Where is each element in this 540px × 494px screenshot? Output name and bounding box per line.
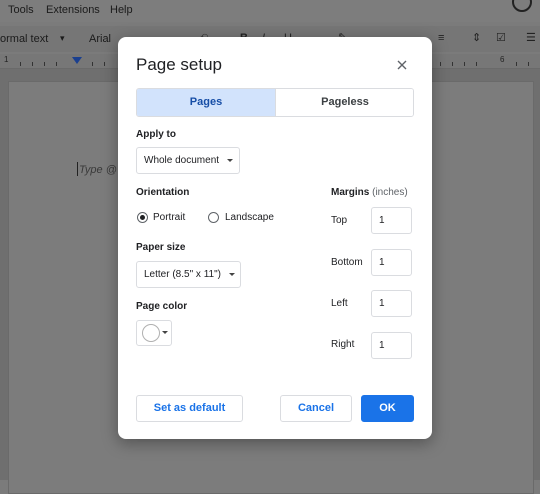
landscape-label: Landscape bbox=[225, 212, 274, 223]
align-icon[interactable]: ≡ bbox=[438, 32, 450, 44]
margin-right-input[interactable]: 1 bbox=[371, 332, 412, 359]
document-placeholder: Type @ bbox=[79, 164, 117, 176]
page-color-label: Page color bbox=[136, 301, 188, 312]
portrait-radio[interactable] bbox=[137, 212, 148, 223]
cancel-button[interactable]: Cancel bbox=[280, 395, 352, 422]
margin-bottom-value: 1 bbox=[379, 257, 385, 268]
ok-button[interactable]: OK bbox=[361, 395, 414, 422]
checklist-icon[interactable]: ☑ bbox=[496, 32, 508, 44]
apply-to-label: Apply to bbox=[136, 129, 176, 140]
paper-size-value: Letter (8.5" x 11") bbox=[144, 269, 221, 280]
ruler-label: 6 bbox=[500, 55, 505, 64]
tab-pages[interactable]: Pages bbox=[137, 89, 276, 116]
margin-right-label: Right bbox=[331, 339, 355, 350]
margins-title: Margins bbox=[331, 187, 370, 198]
margin-top-input[interactable]: 1 bbox=[371, 207, 412, 234]
paper-size-select[interactable]: Letter (8.5" x 11") bbox=[136, 261, 241, 288]
chevron-down-icon bbox=[227, 159, 233, 162]
menu-bar: Tools Extensions Help bbox=[0, 0, 540, 22]
menu-tools[interactable]: Tools bbox=[8, 4, 34, 16]
dialog-title: Page setup bbox=[136, 55, 223, 74]
margins-label: Margins (inches) bbox=[331, 187, 408, 198]
menu-extensions[interactable]: Extensions bbox=[46, 4, 100, 16]
layout-tabs: Pages Pageless bbox=[136, 88, 414, 117]
line-spacing-icon[interactable]: ⇕ bbox=[472, 32, 484, 44]
bullet-list-icon[interactable]: ☰ bbox=[526, 32, 538, 44]
menu-help[interactable]: Help bbox=[110, 4, 133, 16]
margin-bottom-label: Bottom bbox=[331, 257, 363, 268]
chevron-down-icon bbox=[162, 331, 168, 334]
page-color-picker[interactable] bbox=[136, 320, 172, 346]
text-cursor bbox=[77, 162, 78, 176]
chevron-down-icon bbox=[229, 273, 235, 276]
margin-top-label: Top bbox=[331, 215, 348, 226]
orientation-label: Orientation bbox=[136, 187, 190, 198]
indent-marker[interactable] bbox=[72, 57, 82, 64]
landscape-radio[interactable] bbox=[208, 212, 219, 223]
margin-left-value: 1 bbox=[379, 298, 385, 309]
page-setup-dialog: Page setup Pages Pageless Apply to Whole… bbox=[118, 37, 432, 439]
paper-size-label: Paper size bbox=[136, 242, 186, 253]
chevron-down-icon: ▾ bbox=[60, 33, 65, 43]
margin-left-input[interactable]: 1 bbox=[371, 290, 412, 317]
set-as-default-button[interactable]: Set as default bbox=[136, 395, 243, 422]
margins-unit: (inches) bbox=[372, 187, 408, 198]
paragraph-style-select[interactable]: ormal text bbox=[0, 33, 48, 45]
margin-bottom-input[interactable]: 1 bbox=[371, 249, 412, 276]
font-select[interactable]: Arial bbox=[89, 33, 111, 45]
apply-to-select[interactable]: Whole document bbox=[136, 147, 240, 174]
close-icon[interactable] bbox=[392, 55, 412, 75]
apply-to-value: Whole document bbox=[144, 155, 220, 166]
ruler-label: 1 bbox=[4, 55, 9, 64]
color-swatch bbox=[142, 324, 160, 342]
tab-pageless[interactable]: Pageless bbox=[276, 89, 413, 116]
portrait-label: Portrait bbox=[153, 212, 186, 223]
margin-left-label: Left bbox=[331, 298, 348, 309]
margin-right-value: 1 bbox=[379, 340, 385, 351]
margin-top-value: 1 bbox=[379, 215, 385, 226]
